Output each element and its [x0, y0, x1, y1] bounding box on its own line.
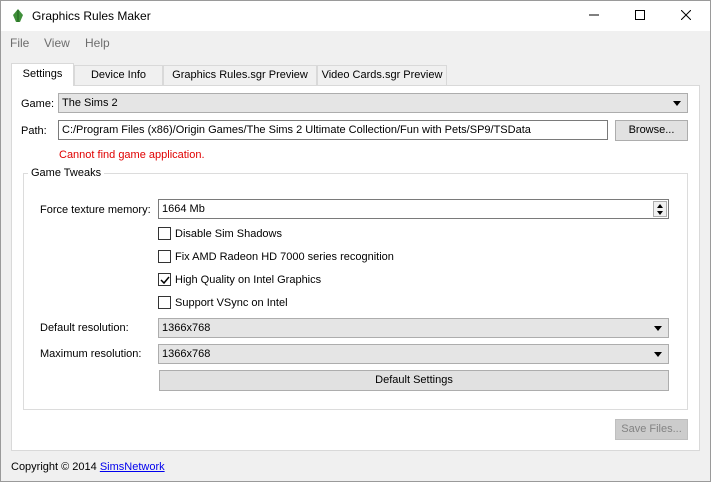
high-quality-intel-checkbox[interactable] [158, 273, 171, 286]
disable-sim-shadows-label: Disable Sim Shadows [175, 228, 282, 240]
footer: Copyright © 2014 SimsNetwork [11, 461, 165, 473]
copyright-text: Copyright © 2014 [11, 461, 97, 473]
texture-memory-stepper[interactable] [653, 201, 667, 217]
high-quality-intel-label: High Quality on Intel Graphics [175, 274, 322, 286]
app-window: Graphics Rules Maker File View Help Sett… [0, 0, 711, 482]
default-resolution-label: Default resolution: [40, 322, 129, 334]
chevron-down-icon [654, 326, 662, 331]
menu-help[interactable]: Help [85, 36, 110, 50]
spin-up-icon [657, 204, 663, 208]
tab-graphics-rules-preview[interactable]: Graphics Rules.sgr Preview [163, 65, 317, 85]
minimize-icon [589, 10, 599, 23]
path-input[interactable]: C:/Program Files (x86)/Origin Games/The … [58, 120, 608, 140]
game-label: Game: [21, 98, 55, 110]
maximize-button[interactable] [617, 1, 663, 31]
texture-memory-input[interactable]: 1664 Mb [158, 199, 669, 219]
simsnetwork-link[interactable]: SimsNetwork [100, 461, 165, 473]
chevron-down-icon [654, 352, 662, 357]
maximum-resolution-select[interactable]: 1366x768 [158, 344, 669, 364]
spin-down-icon [657, 211, 663, 215]
chevron-down-icon [673, 101, 681, 106]
default-settings-button[interactable]: Default Settings [159, 370, 669, 391]
tab-device-info[interactable]: Device Info [74, 65, 163, 85]
maximum-resolution-label: Maximum resolution: [40, 348, 142, 360]
window-title: Graphics Rules Maker [32, 9, 151, 23]
browse-button[interactable]: Browse... [615, 120, 688, 141]
minimize-button[interactable] [571, 1, 617, 31]
maximize-icon [635, 9, 645, 23]
close-icon [680, 9, 692, 23]
menu-bar: File View Help [1, 32, 710, 54]
fix-amd-radeon-label: Fix AMD Radeon HD 7000 series recognitio… [175, 251, 394, 263]
texture-memory-value: 1664 Mb [162, 203, 205, 215]
menu-view[interactable]: View [44, 36, 70, 50]
support-vsync-intel-checkbox[interactable] [158, 296, 171, 309]
disable-sim-shadows-checkbox[interactable] [158, 227, 171, 240]
game-tweaks-title: Game Tweaks [28, 167, 105, 179]
checkmark-icon [160, 276, 170, 285]
leaf-icon [11, 9, 25, 23]
close-button[interactable] [663, 1, 709, 31]
fix-amd-radeon-checkbox[interactable] [158, 250, 171, 263]
path-label: Path: [21, 125, 47, 137]
game-select-value: The Sims 2 [62, 97, 118, 109]
texture-memory-label: Force texture memory: [40, 204, 151, 216]
path-error-message: Cannot find game application. [59, 149, 205, 161]
default-resolution-value: 1366x768 [162, 322, 211, 334]
game-select[interactable]: The Sims 2 [58, 93, 688, 113]
maximum-resolution-value: 1366x768 [162, 348, 211, 360]
support-vsync-intel-label: Support VSync on Intel [175, 297, 288, 309]
tab-video-cards-preview[interactable]: Video Cards.sgr Preview [317, 65, 447, 85]
default-resolution-select[interactable]: 1366x768 [158, 318, 669, 338]
tab-settings[interactable]: Settings [11, 63, 74, 86]
save-files-button[interactable]: Save Files... [615, 419, 688, 440]
title-bar: Graphics Rules Maker [1, 1, 710, 31]
menu-file[interactable]: File [10, 36, 29, 50]
